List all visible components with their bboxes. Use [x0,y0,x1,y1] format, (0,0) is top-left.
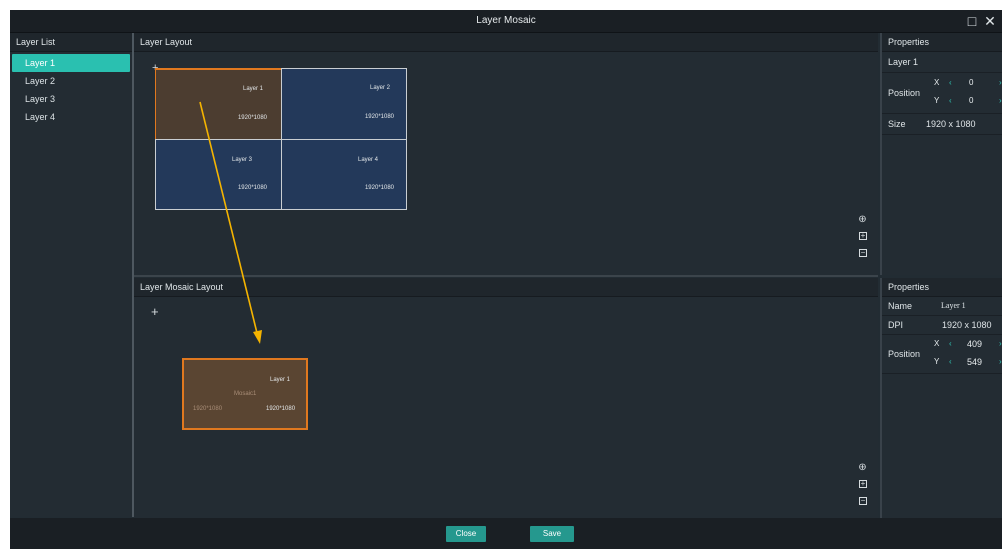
position-row: Position X ‹ 409 › Y ‹ 549 › [882,335,1002,374]
footer-bar: Close Save [10,518,1002,549]
center-crosshair-icon[interactable]: ⊕ [858,463,867,473]
position-label: Position [888,349,921,359]
layer-cell-label: Layer 3 [231,157,252,163]
layer-list-item-4[interactable]: Layer 4 [10,108,132,126]
zoom-out-icon[interactable]: − [859,249,867,257]
layer-cell-resolution: 1920*1080 [364,185,394,191]
add-mosaic-icon[interactable]: + [151,305,159,318]
name-value[interactable]: Layer 1 [941,297,966,315]
dpi-row: DPI 1920 x 1080 [882,316,1002,335]
name-label: Name [888,301,913,311]
y-increment-icon[interactable]: › [999,343,1002,381]
close-button[interactable]: Close [446,526,486,542]
mosaic-name-label: Mosaic1 [234,391,257,397]
dpi-label: DPI [888,320,904,330]
layer-cell-label: Layer 1 [242,86,263,92]
y-value[interactable]: 549 [967,343,982,381]
layer-mosaic-window: Layer Mosaic □ ✕ Layer List Layer 1 Laye… [10,10,1002,549]
size-value: 1920 x 1080 [926,119,976,129]
zoom-in-icon[interactable]: + [859,232,867,240]
layer-cell-resolution: 1920*1080 [237,115,267,121]
y-decrement-icon[interactable]: ‹ [949,343,952,381]
size-label: Size [888,119,906,129]
layer-cell-resolution: 1920*1080 [237,185,267,191]
name-row: Name Layer 1 [882,297,1002,316]
layer-cell-2[interactable]: Layer 2 1920*1080 [281,68,407,140]
layer-layout-panel: Layer Layout + Layer 1 1920*1080 Layer 2… [134,33,878,277]
layer-cell-label: Layer 4 [357,157,378,163]
maximize-button[interactable]: □ [964,13,980,29]
layer-list-header: Layer List [10,33,132,52]
layer-layout-header: Layer Layout [134,33,878,52]
position-label: Position [888,88,921,98]
layer-mosaic-layout-panel: Layer Mosaic Layout + Layer 1 Mosaic1 19… [134,278,878,518]
mosaic-layer-label: Layer 1 [269,377,290,383]
layer-list-item-2[interactable]: Layer 2 [10,72,132,90]
properties-header: Properties [882,278,1002,297]
title-bar: Layer Mosaic □ ✕ [10,10,1002,33]
y-label: Y [934,357,940,366]
window-title: Layer Mosaic [476,15,536,26]
layer-mosaic-layout-header: Layer Mosaic Layout [134,278,878,297]
layer-cell-4[interactable]: Layer 4 1920*1080 [281,139,407,210]
layer-list-item-1[interactable]: Layer 1 [12,54,130,72]
mosaic-properties-panel: Properties Name Layer 1 DPI 1920 x 1080 … [880,278,1002,518]
layer-cell-1[interactable]: Layer 1 1920*1080 [155,68,282,140]
layer-cell-resolution: 1920*1080 [364,114,394,120]
close-window-button[interactable]: ✕ [982,13,998,29]
zoom-out-icon[interactable]: − [859,497,867,505]
mosaic-block[interactable]: Layer 1 Mosaic1 1920*1080 1920*1080 [182,358,308,430]
layer-layout-canvas[interactable]: Layer 1 1920*1080 Layer 2 1920*1080 Laye… [155,68,407,210]
size-row: Size 1920 x 1080 [882,114,1002,135]
layer-cell-label: Layer 2 [369,85,390,91]
properties-header: Properties [882,33,1002,52]
mosaic-resolution: 1920*1080 [266,406,296,412]
layer-name-value: Layer 1 [882,52,1002,73]
zoom-in-icon[interactable]: + [859,480,867,488]
position-row: Position X ‹ 0 › Y ‹ 0 › [882,73,1002,114]
layer-list-panel: Layer List Layer 1 Layer 2 Layer 3 Layer… [10,33,134,517]
layer-properties-panel: Properties Layer 1 Position X ‹ 0 › Y ‹ … [880,33,1002,275]
save-button[interactable]: Save [530,526,574,542]
layer-cell-3[interactable]: Layer 3 1920*1080 [155,139,282,210]
layer-list-item-3[interactable]: Layer 3 [10,90,132,108]
center-crosshair-icon[interactable]: ⊕ [858,215,867,225]
mosaic-resolution-faded: 1920*1080 [193,406,223,412]
